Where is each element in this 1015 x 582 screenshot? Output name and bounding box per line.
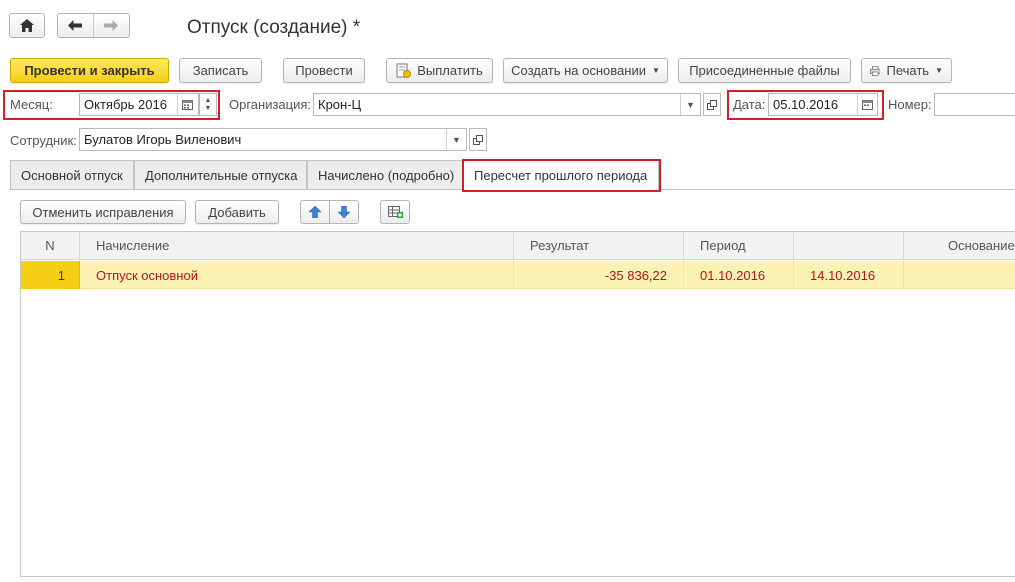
organization-field[interactable]: Крон-Ц — [313, 93, 701, 116]
create-based-on-label: Создать на основании — [511, 63, 646, 78]
create-based-on-button[interactable]: Создать на основании ▼ — [503, 58, 668, 83]
dropdown-arrow-icon: ▼ — [686, 99, 695, 110]
date-calendar-button[interactable] — [857, 94, 877, 115]
employee-label: Сотрудник: — [10, 133, 77, 148]
cell-period-start: 01.10.2016 — [684, 261, 794, 289]
attached-files-button[interactable]: Присоединенные файлы — [678, 58, 851, 83]
window-title: Отпуск (создание) * — [187, 17, 361, 38]
employee-open-button[interactable] — [469, 128, 487, 151]
tab-additional-vacations[interactable]: Дополнительные отпуска — [134, 160, 307, 189]
cell-period-end: 14.10.2016 — [794, 261, 904, 289]
date-value: 05.10.2016 — [773, 97, 839, 112]
back-forward-group — [57, 13, 130, 38]
column-header-basis[interactable]: Основание — [904, 232, 1015, 260]
printer-icon — [870, 65, 881, 76]
organization-value: Крон-Ц — [318, 97, 362, 112]
month-spinner[interactable]: ▲ ▼ — [199, 93, 217, 116]
number-label: Номер: — [888, 97, 932, 112]
print-button-label: Печать — [886, 63, 930, 78]
arrow-down-icon — [338, 206, 350, 218]
move-down-button[interactable] — [329, 200, 359, 224]
spin-up-icon: ▲ — [204, 96, 212, 104]
arrow-right-icon — [104, 20, 119, 31]
number-field[interactable] — [934, 93, 1015, 116]
cancel-corrections-button[interactable]: Отменить исправления — [20, 200, 186, 224]
add-table-button[interactable] — [380, 200, 410, 224]
arrow-up-icon — [309, 206, 321, 218]
month-calendar-button[interactable] — [177, 94, 197, 115]
back-button[interactable] — [58, 14, 94, 37]
home-button[interactable] — [9, 13, 45, 38]
pay-button-label: Выплатить — [417, 63, 483, 78]
print-button[interactable]: Печать ▼ — [861, 58, 952, 83]
document-coin-icon — [396, 63, 412, 78]
cell-basis — [904, 261, 1015, 289]
organization-label: Организация: — [229, 97, 312, 112]
pay-button[interactable]: Выплатить — [386, 58, 493, 83]
cell-result: -35 836,22 — [514, 261, 684, 289]
cell-n: 1 — [21, 261, 80, 289]
dropdown-arrow-icon: ▼ — [452, 134, 461, 145]
open-link-icon — [473, 134, 483, 145]
tab-main-vacation[interactable]: Основной отпуск — [10, 160, 134, 189]
post-button[interactable]: Провести — [283, 58, 365, 83]
employee-dropdown-button[interactable]: ▼ — [446, 129, 466, 150]
add-button[interactable]: Добавить — [195, 200, 279, 224]
employee-value: Булатов Игорь Виленович — [84, 132, 242, 147]
move-up-button[interactable] — [300, 200, 330, 224]
organization-open-button[interactable] — [703, 93, 721, 116]
calendar-icon — [862, 100, 873, 110]
organization-dropdown-button[interactable]: ▼ — [680, 94, 700, 115]
month-label: Месяц: — [10, 97, 53, 112]
cell-accrual: Отпуск основной — [80, 261, 514, 289]
column-header-result[interactable]: Результат — [514, 232, 684, 260]
column-header-n[interactable]: N — [21, 232, 80, 260]
date-label: Дата: — [733, 97, 766, 112]
open-link-icon — [707, 99, 717, 110]
dropdown-arrow-icon: ▼ — [935, 66, 943, 75]
employee-field[interactable]: Булатов Игорь Виленович — [79, 128, 467, 151]
forward-button[interactable] — [94, 14, 130, 37]
month-value: Октябрь 2016 — [84, 97, 167, 112]
calendar-icon — [182, 100, 193, 110]
save-button[interactable]: Записать — [179, 58, 262, 83]
column-header-accrual[interactable]: Начисление — [80, 232, 514, 260]
column-header-period[interactable]: Период — [684, 232, 794, 260]
spin-down-icon: ▼ — [204, 104, 212, 112]
column-header-period-end[interactable] — [794, 232, 904, 260]
table-add-icon — [387, 205, 403, 218]
tab-accrued-detailed[interactable]: Начислено (подробно) — [307, 160, 463, 189]
tab-recalculation-prior-period[interactable]: Пересчет прошлого периода — [463, 160, 659, 190]
home-icon — [20, 19, 34, 32]
dropdown-arrow-icon: ▼ — [651, 66, 660, 75]
post-and-close-button[interactable]: Провести и закрыть — [10, 58, 169, 83]
arrow-left-icon — [68, 20, 83, 31]
